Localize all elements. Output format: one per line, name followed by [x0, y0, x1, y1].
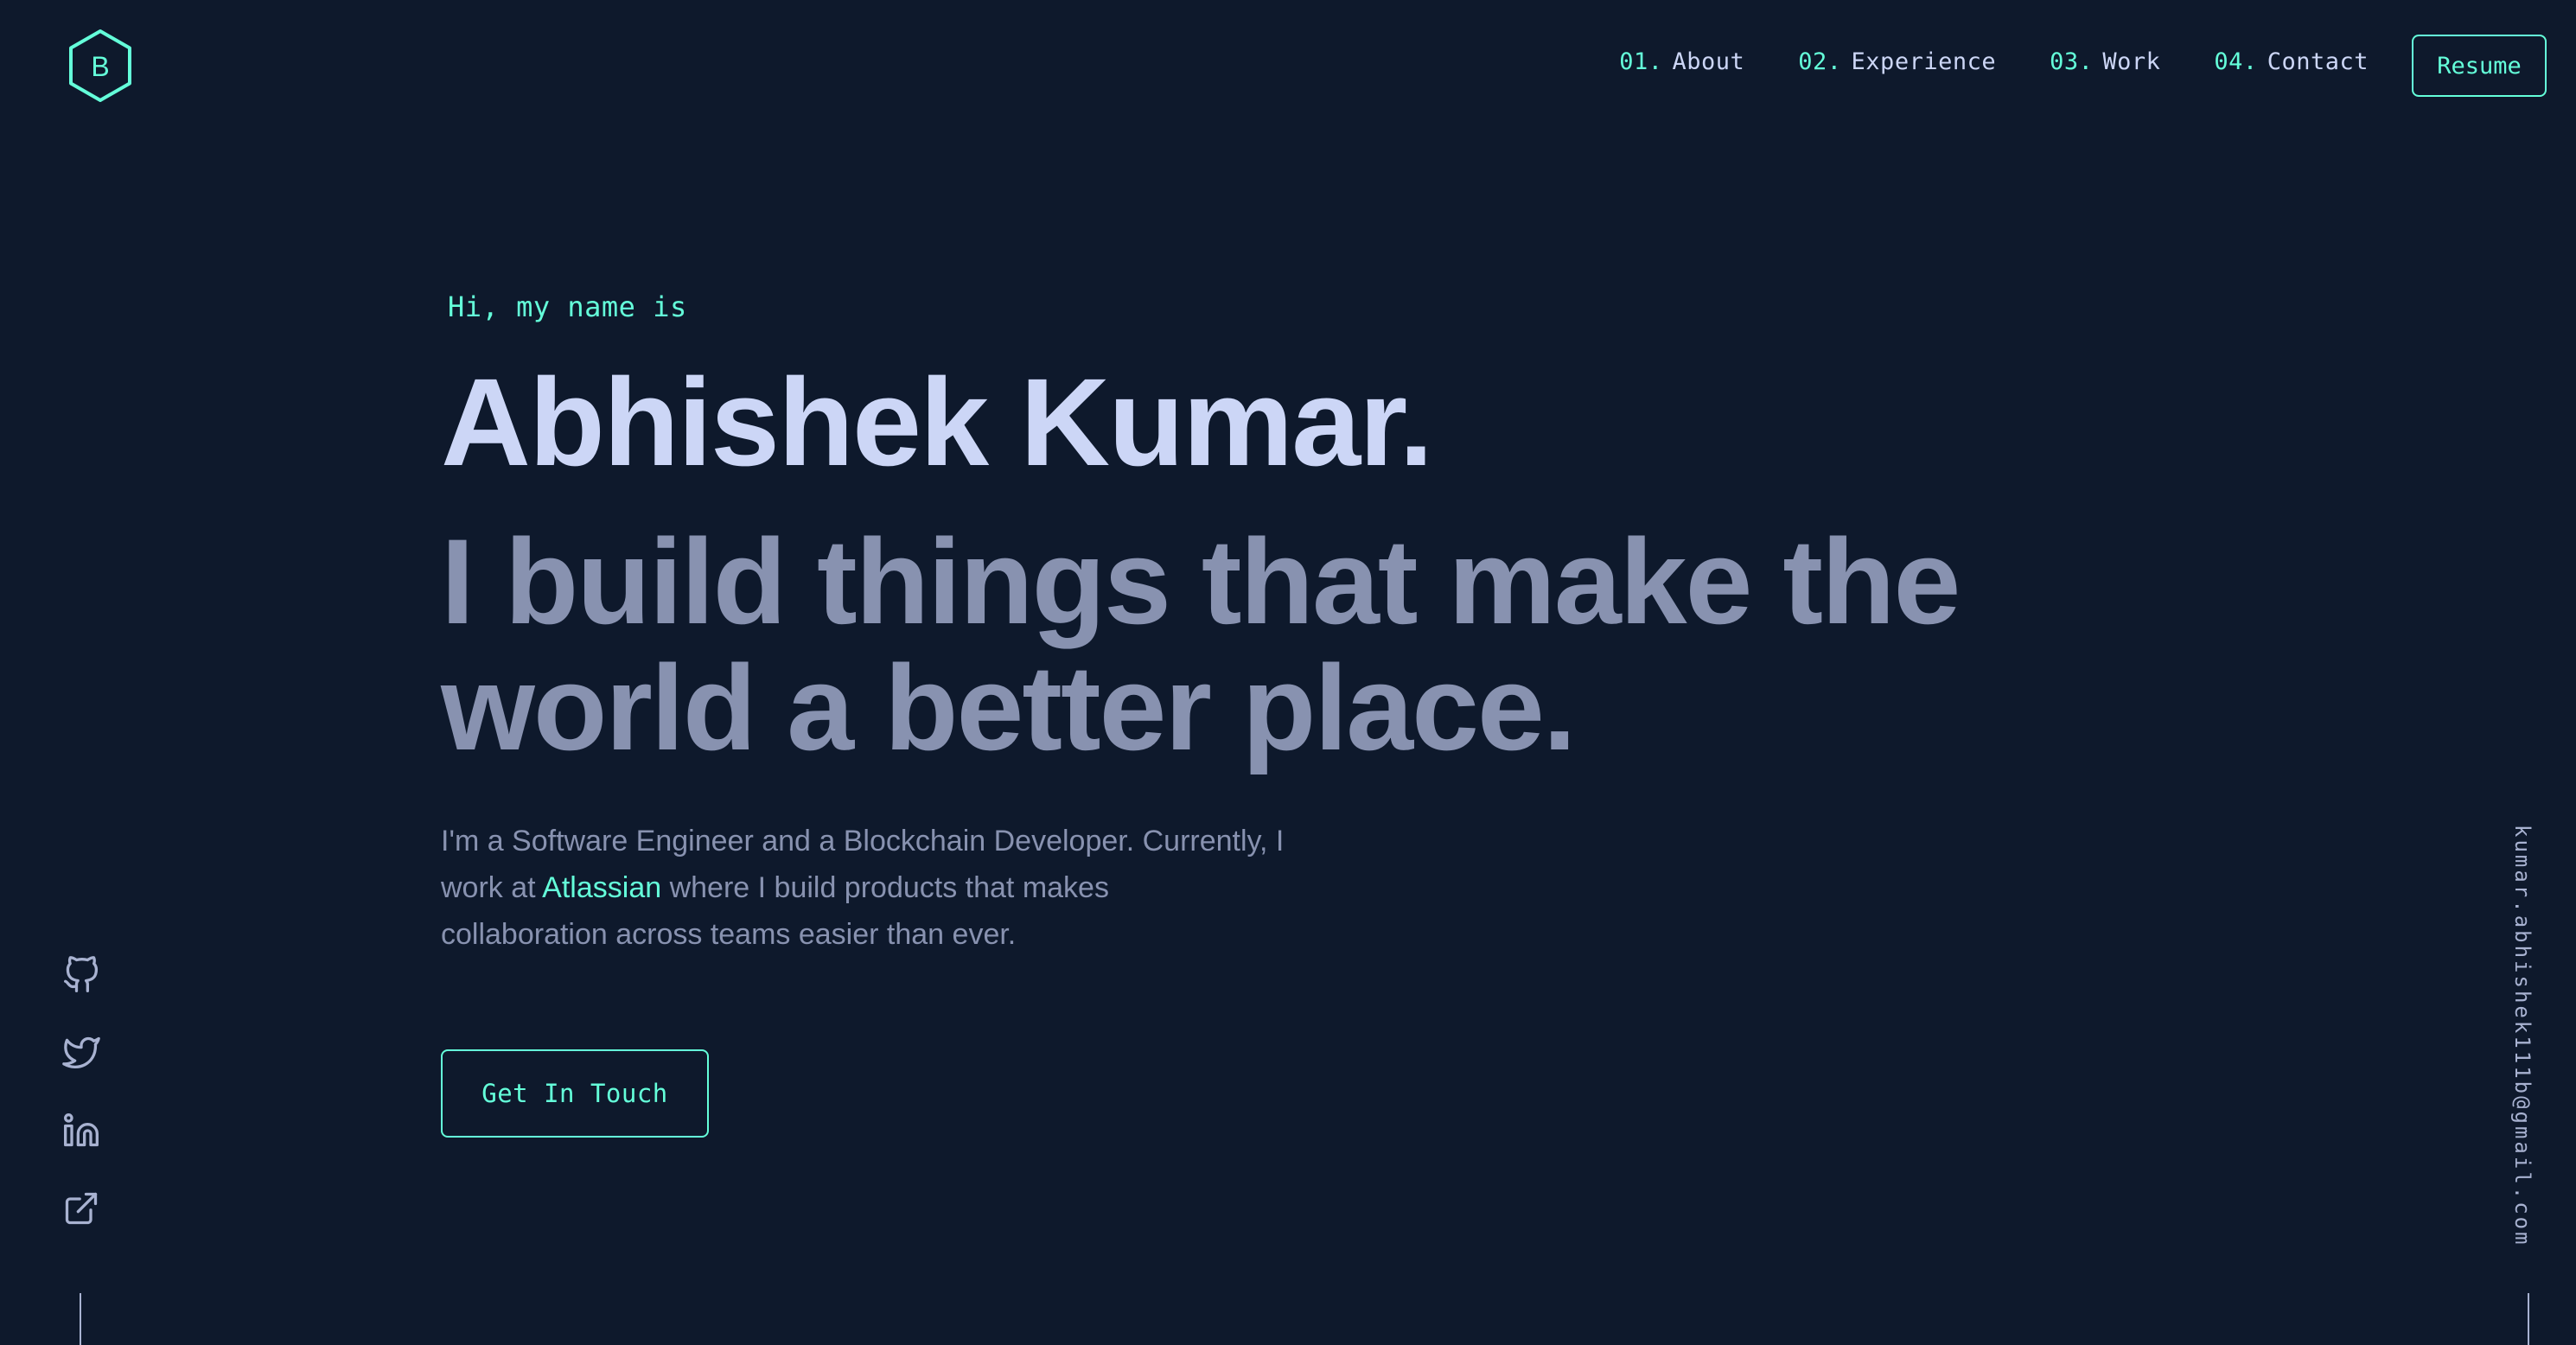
- nav-label: Work: [2102, 48, 2161, 75]
- atlassian-link[interactable]: Atlassian: [542, 871, 661, 904]
- nav-item-contact[interactable]: 04. Contact: [2214, 48, 2369, 75]
- intro-line: collaboration across teams easier than e…: [441, 918, 1017, 951]
- get-in-touch-button[interactable]: Get In Touch: [441, 1049, 709, 1138]
- nav-item-work[interactable]: 03. Work: [2050, 48, 2160, 75]
- twitter-icon[interactable]: [62, 1034, 100, 1072]
- logo-letter: B: [91, 51, 109, 82]
- hero-greeting: Hi, my name is: [448, 290, 687, 323]
- hero-name: Abhishek Kumar.: [441, 353, 1433, 492]
- nav-number: 04.: [2214, 48, 2258, 75]
- external-link-icon[interactable]: [62, 1189, 100, 1227]
- nav-number: 03.: [2050, 48, 2094, 75]
- intro-line: work at Atlassian where I build products…: [441, 864, 1340, 911]
- hero-tagline: I build things that make the world a bet…: [441, 519, 2083, 771]
- resume-button[interactable]: Resume: [2412, 35, 2547, 97]
- nav-label: Contact: [2267, 48, 2369, 75]
- intro-text: where I build products that makes: [661, 871, 1109, 904]
- nav-item-experience[interactable]: 02. Experience: [1798, 48, 1996, 75]
- intro-text: work at: [441, 871, 543, 904]
- linkedin-icon[interactable]: [62, 1112, 100, 1150]
- nav-item-about[interactable]: 01. About: [1619, 48, 1744, 75]
- github-icon[interactable]: [62, 956, 100, 994]
- right-rail-line: [2528, 1293, 2529, 1345]
- social-links: [61, 956, 102, 1227]
- email-link[interactable]: kumar.abhishek111b@gmail.com: [2510, 825, 2535, 1247]
- nav-number: 01.: [1619, 48, 1663, 75]
- nav-label: Experience: [1851, 48, 1997, 75]
- tagline-line: world a better place.: [441, 640, 1577, 775]
- nav-number: 02.: [1798, 48, 1842, 75]
- main-nav: 01. About 02. Experience 03. Work 04. Co…: [1619, 48, 2369, 75]
- logo-icon[interactable]: B: [66, 28, 135, 104]
- tagline-line: I build things that make the: [441, 513, 1961, 649]
- nav-label: About: [1672, 48, 1745, 75]
- left-rail-line: [80, 1293, 81, 1345]
- intro-line: I'm a Software Engineer and a Blockchain…: [441, 825, 1285, 857]
- hero-intro: I'm a Software Engineer and a Blockchain…: [441, 818, 1340, 958]
- page: B 01. About 02. Experience 03. Work 04. …: [0, 0, 2576, 1345]
